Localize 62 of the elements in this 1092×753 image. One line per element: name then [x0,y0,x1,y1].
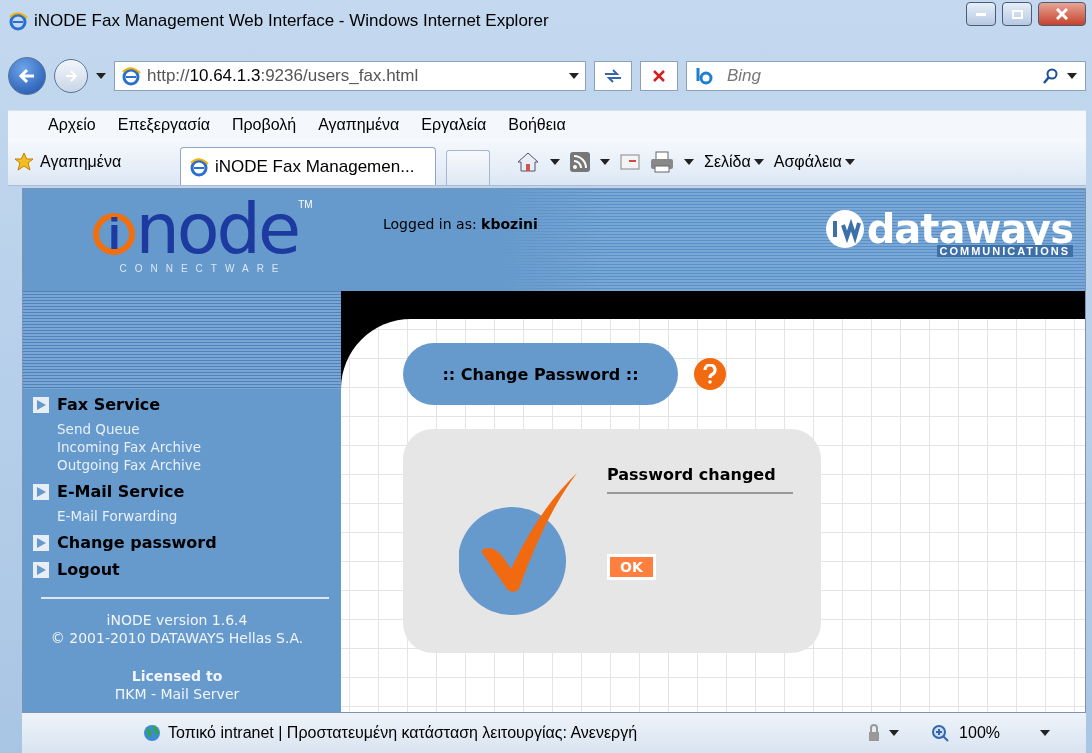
home-icon[interactable] [516,151,540,173]
help-icon[interactable] [694,358,726,390]
refresh-button[interactable] [594,61,632,91]
logged-in-text: Logged in as: kbozini [383,216,538,232]
address-field[interactable]: http://10.64.1.3:9236/users_fax.html [114,61,586,91]
license-label: Licensed to [130,667,224,685]
caret-icon [600,159,610,165]
sidebar-section[interactable]: Logout [57,560,120,579]
menu-item[interactable]: Αρχείο [48,116,96,134]
caret-icon [684,159,694,165]
browser-tab[interactable]: iNODE Fax Managemen... [180,147,436,185]
favorites-button[interactable]: Αγαπημένα [14,152,170,172]
back-button[interactable] [8,57,46,95]
menu-item[interactable]: Εργαλεία [421,116,487,134]
status-text: Τοπικό intranet | Προστατευμένη κατάσταση λειτουργίας: Ανενεργή [168,724,638,742]
search-icon[interactable] [1043,68,1059,84]
browser-icon [189,156,209,177]
licensee-text: ΠΚΜ - Mail Server [113,685,241,703]
caret-icon [753,159,764,165]
menu-item[interactable]: Επεξεργασία [117,116,210,134]
back-arrow-icon [18,68,36,84]
browser-icon [121,66,141,86]
printer-icon[interactable] [650,151,674,173]
forward-arrow-icon [64,69,78,83]
caret-icon [550,159,560,165]
browser-icon [8,11,28,31]
close-icon [1056,8,1068,20]
caret-icon [889,730,900,736]
zoom-icon[interactable] [931,724,950,742]
menu-item[interactable]: Αγαπημένα [318,116,400,134]
page-title: :: Change Password :: [403,343,678,405]
copyright-text: © 2001-2010 DATAWAYS Hellas S.A. [49,629,305,647]
zoom-level[interactable]: 100% [959,724,1000,742]
refresh-icon [603,68,623,84]
caret-icon [844,159,855,165]
success-message: Password changed [607,465,793,494]
version-text: iNODE version 1.6.4 [105,611,249,629]
caret-icon [96,73,106,79]
caret-icon [1067,73,1077,79]
rss-icon[interactable] [570,152,590,172]
menu-item[interactable]: Βοήθεια [508,116,566,134]
forward-button[interactable] [54,59,88,93]
caret-icon [1040,730,1050,736]
star-icon [14,152,34,172]
window-title: iNODE Fax Management Web Interface - Windows Internet Explorer [34,11,549,31]
command-menu[interactable]: Ασφάλεια [773,153,855,171]
maximize-button[interactable] [1002,2,1032,26]
menu-item[interactable]: Προβολή [231,116,297,134]
maximize-icon [1011,9,1023,19]
stop-icon [653,70,665,82]
sidebar-section[interactable]: Change password [57,533,217,552]
search-field[interactable]: Bing [686,61,1086,91]
globe-icon [142,723,162,743]
caret-icon [569,73,579,79]
mail-icon[interactable] [620,154,640,170]
sidebar-section[interactable]: Fax Service [57,395,161,414]
minimize-button[interactable] [966,2,996,26]
minimize-icon [976,12,986,16]
close-button[interactable] [1038,2,1086,26]
stop-button[interactable] [640,61,678,91]
sidebar-section[interactable]: E-Mail Service [57,482,185,501]
command-menu[interactable]: Σελίδα [704,153,764,171]
